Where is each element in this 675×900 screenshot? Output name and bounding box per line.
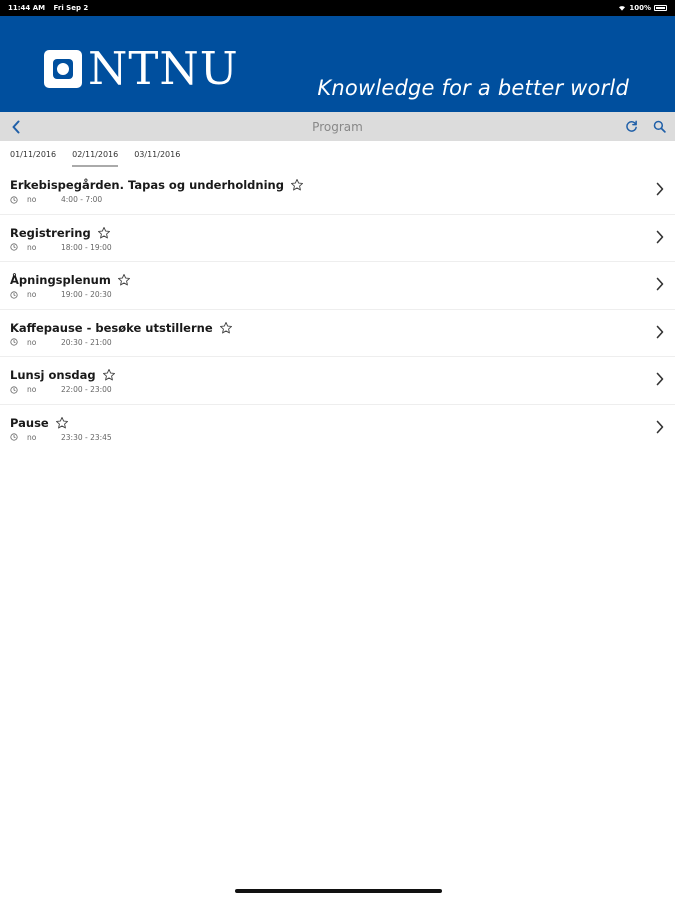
ntnu-logo: NTNU — [44, 46, 239, 91]
item-time: 22:00 - 23:00 — [61, 385, 112, 394]
page-title: Program — [312, 119, 363, 134]
list-item[interactable]: Erkebispegården. Tapas og underholdning … — [0, 167, 675, 215]
clock-icon — [10, 290, 18, 299]
chevron-right-icon — [656, 325, 664, 338]
date-tabs: 01/11/2016 02/11/2016 03/11/2016 — [0, 141, 675, 167]
search-icon — [653, 120, 666, 133]
nav-bar: Program — [0, 112, 675, 141]
chevron-right-icon — [656, 420, 664, 433]
battery-icon — [654, 5, 667, 11]
item-location: no — [27, 290, 37, 299]
chevron-right-icon — [656, 277, 664, 291]
wifi-icon — [619, 6, 626, 11]
list-item[interactable]: Kaffepause - besøke utstillerne no 20:30… — [0, 310, 675, 357]
star-icon[interactable] — [117, 273, 131, 287]
item-title: Kaffepause - besøke utstillerne — [10, 320, 213, 335]
clock-icon — [10, 195, 18, 204]
star-icon[interactable] — [290, 178, 304, 192]
refresh-button[interactable] — [623, 119, 639, 135]
item-title: Pause — [10, 415, 49, 430]
battery-percent: 100% — [629, 4, 651, 12]
list-item[interactable]: Pause no 23:30 - 23:45 — [0, 405, 675, 453]
tagline: Knowledge for a better world — [317, 76, 629, 100]
search-button[interactable] — [651, 119, 667, 135]
clock-icon — [10, 385, 18, 394]
clock-icon — [10, 433, 18, 441]
clock-icon — [10, 243, 18, 251]
item-time: 4:00 - 7:00 — [61, 195, 103, 204]
star-icon[interactable] — [219, 321, 233, 335]
ntnu-banner: NTNU Knowledge for a better world — [0, 16, 675, 112]
back-button[interactable] — [8, 119, 24, 135]
home-indicator[interactable] — [235, 889, 442, 893]
date-tab-2[interactable]: 03/11/2016 — [134, 150, 180, 167]
list-item[interactable]: Åpningsplenum no 19:00 - 20:30 — [0, 262, 675, 310]
item-time: 23:30 - 23:45 — [61, 432, 112, 442]
chevron-left-icon — [12, 120, 20, 133]
ntnu-logo-mark — [44, 49, 82, 88]
logo-text: NTNU — [88, 42, 239, 95]
star-icon[interactable] — [55, 416, 69, 430]
item-location: no — [27, 385, 37, 394]
item-time: 18:00 - 19:00 — [61, 242, 112, 252]
refresh-icon — [625, 120, 637, 132]
chevron-right-icon — [656, 372, 664, 386]
item-location: no — [27, 337, 37, 347]
star-icon[interactable] — [97, 226, 111, 240]
item-title: Lunsj onsdag — [10, 368, 96, 382]
date-tab-0[interactable]: 01/11/2016 — [10, 150, 56, 167]
status-date: Fri Sep 2 — [53, 4, 89, 12]
status-time: 11:44 AM — [8, 4, 46, 12]
star-icon[interactable] — [102, 368, 116, 382]
list-item[interactable]: Registrering no 18:00 - 19:00 — [0, 215, 675, 262]
clock-icon — [10, 338, 18, 346]
item-title: Registrering — [10, 225, 91, 240]
item-time: 20:30 - 21:00 — [61, 337, 112, 347]
item-time: 19:00 - 20:30 — [61, 290, 112, 299]
chevron-right-icon — [656, 230, 664, 243]
chevron-right-icon — [656, 182, 664, 196]
list-item[interactable]: Lunsj onsdag no 22:00 - 23:00 — [0, 357, 675, 405]
item-location: no — [27, 432, 37, 442]
status-bar: 11:44 AM Fri Sep 2 100% — [0, 0, 675, 16]
item-title: Erkebispegården. Tapas og underholdning — [10, 178, 284, 192]
item-title: Åpningsplenum — [10, 273, 111, 287]
item-location: no — [27, 195, 37, 204]
item-location: no — [27, 242, 37, 252]
program-list: Erkebispegården. Tapas og underholdning … — [0, 167, 675, 452]
date-tab-1[interactable]: 02/11/2016 — [72, 150, 119, 167]
